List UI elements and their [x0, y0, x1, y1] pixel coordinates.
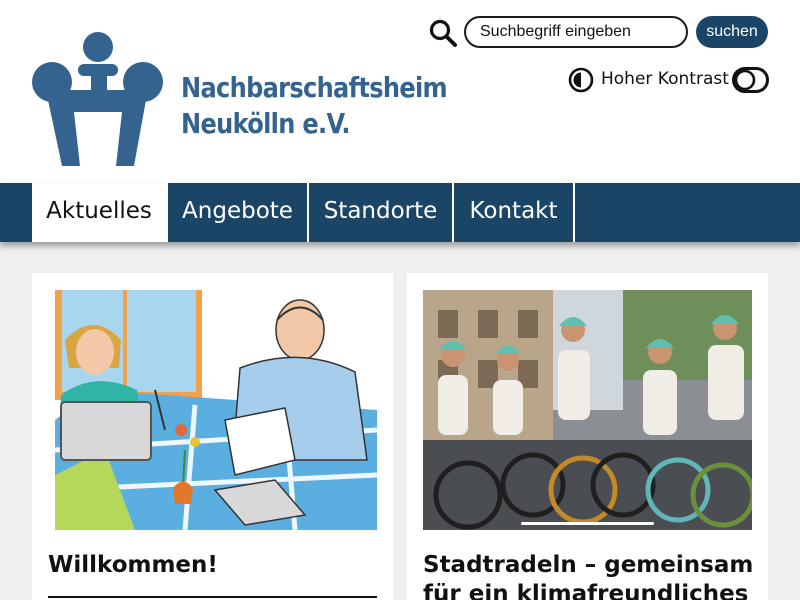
news-card-stadtradeln[interactable]: Stadtradeln – gemeinsam für ein klimafre…	[407, 273, 768, 600]
nav-item-standorte[interactable]: Standorte	[309, 183, 454, 242]
search-icon[interactable]	[428, 18, 458, 48]
main-navigation: Aktuelles Angebote Standorte Kontakt	[0, 183, 800, 242]
card-title[interactable]: Willkommen!	[48, 550, 218, 580]
site-name-line1: Nachbarschaftsheim	[181, 71, 448, 104]
half-circle-contrast-icon	[568, 67, 594, 93]
search-button[interactable]: suchen	[696, 16, 768, 48]
nav-item-kontakt[interactable]: Kontakt	[454, 183, 575, 242]
logo-icon[interactable]	[32, 32, 164, 166]
nav-item-angebote[interactable]: Angebote	[168, 183, 309, 242]
contrast-label: Hoher Kontrast	[601, 69, 729, 89]
card-title-line1[interactable]: Stadtradeln – gemeinsam	[423, 550, 753, 580]
nav-item-aktuelles[interactable]: Aktuelles	[32, 183, 168, 242]
card-title-line2[interactable]: für ein klimafreundliches	[423, 579, 748, 600]
photo-kids-on-bicycles	[423, 290, 752, 530]
card-illustration-image[interactable]	[55, 290, 377, 530]
illustration-two-people-at-table	[55, 290, 377, 530]
card-photo-image[interactable]	[423, 290, 752, 530]
site-name-line2: Neukölln e.V.	[181, 107, 350, 140]
card-divider	[48, 596, 377, 598]
carousel-indicator[interactable]	[521, 522, 654, 525]
toggle-switch-icon[interactable]	[732, 67, 769, 93]
site-name[interactable]: Nachbarschaftsheim Neukölln e.V.	[181, 70, 448, 142]
site-header: Nachbarschaftsheim Neukölln e.V. suchen …	[0, 0, 800, 183]
search-input[interactable]	[464, 16, 688, 48]
news-card-welcome[interactable]: Willkommen!	[32, 273, 393, 600]
